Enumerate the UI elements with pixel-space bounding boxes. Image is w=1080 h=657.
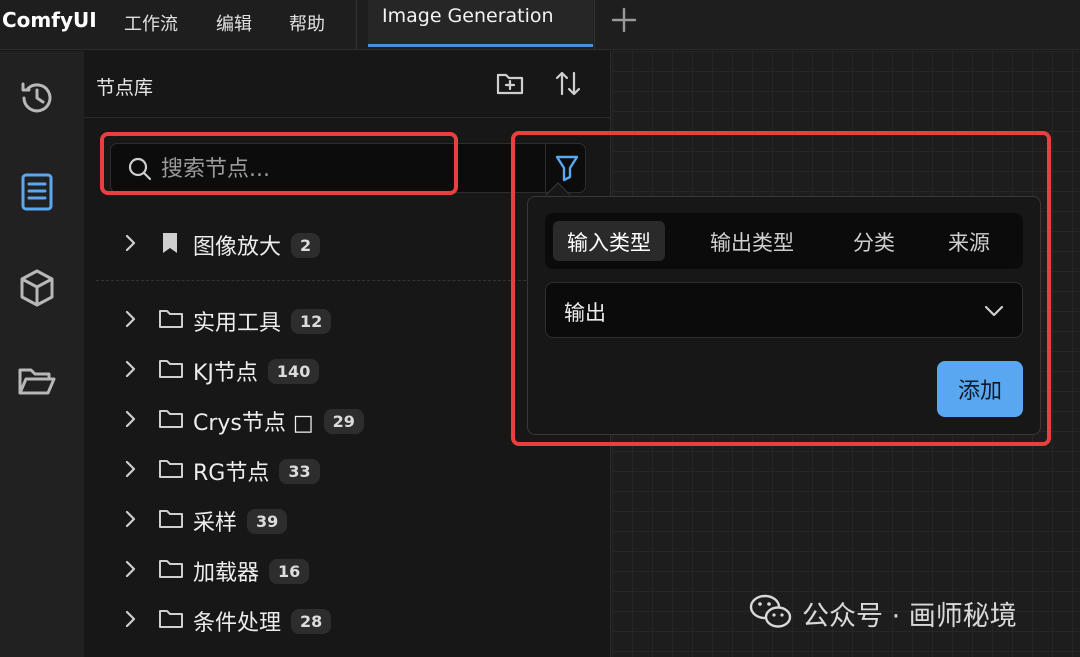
search-input[interactable] bbox=[161, 152, 491, 186]
bookmark-icon bbox=[163, 233, 177, 253]
watermark: 公众号 · 画师秘境 bbox=[748, 592, 1017, 636]
chevron-right-icon bbox=[125, 234, 136, 252]
item-label: 条件处理 bbox=[193, 611, 282, 636]
folder-open-icon bbox=[18, 368, 56, 395]
sidebar-rail bbox=[0, 51, 84, 657]
app-window: ComfyUI 工作流 编辑 帮助 Image Generation 节点库 搜… bbox=[0, 0, 1080, 657]
category-item[interactable]: 采样 39 bbox=[84, 497, 604, 541]
folder-icon bbox=[159, 560, 183, 578]
divider bbox=[84, 117, 611, 118]
folder-icon bbox=[159, 460, 183, 478]
chevron-right-icon bbox=[125, 460, 136, 478]
folder-icon bbox=[159, 610, 183, 628]
sort-button[interactable] bbox=[551, 67, 585, 101]
bookmark-item[interactable]: 图像放大 2 bbox=[84, 221, 604, 265]
tab-input-type[interactable]: 输入类型 bbox=[553, 221, 665, 261]
count-badge: 29 bbox=[323, 409, 364, 434]
count-badge: 28 bbox=[291, 609, 332, 634]
item-label: 加载器 bbox=[193, 561, 260, 586]
watermark-text: 公众号 · 画师秘境 bbox=[802, 601, 1017, 632]
item-label: RG节点 bbox=[193, 461, 270, 486]
filter-type-tabs: 输入类型 输出类型 分类 来源 bbox=[545, 213, 1023, 269]
menu-help[interactable]: 帮助 bbox=[289, 10, 325, 36]
chevron-right-icon bbox=[125, 510, 136, 528]
count-badge: 39 bbox=[247, 509, 288, 534]
category-item[interactable]: 实用工具 12 bbox=[84, 297, 604, 341]
folder-plus-icon bbox=[496, 73, 524, 95]
category-item[interactable]: Crys节点 □ 29 bbox=[84, 397, 604, 441]
item-label: 采样 bbox=[193, 511, 238, 536]
add-filter-button[interactable]: 添加 bbox=[937, 361, 1023, 417]
count-badge: 140 bbox=[267, 359, 320, 384]
cube-icon bbox=[20, 269, 54, 307]
chevron-right-icon bbox=[125, 410, 136, 428]
count-badge: 33 bbox=[279, 459, 320, 484]
tab-category[interactable]: 分类 bbox=[839, 221, 909, 261]
divider bbox=[356, 0, 357, 50]
node-library-button[interactable] bbox=[14, 169, 60, 215]
new-folder-button[interactable] bbox=[493, 67, 527, 101]
category-item[interactable]: 条件处理 28 bbox=[84, 597, 604, 641]
app-logo: ComfyUI bbox=[2, 8, 97, 32]
folder-icon bbox=[159, 510, 183, 528]
divider bbox=[96, 280, 526, 281]
divider bbox=[594, 0, 595, 50]
menu-workflow[interactable]: 工作流 bbox=[124, 10, 178, 36]
item-label: 图像放大 bbox=[193, 235, 282, 260]
filter-value-select[interactable]: 输出 bbox=[545, 282, 1023, 338]
item-label: KJ节点 bbox=[193, 361, 258, 386]
history-icon bbox=[21, 82, 52, 113]
filter-button[interactable] bbox=[545, 144, 587, 192]
chevron-right-icon bbox=[125, 560, 136, 578]
sort-icon bbox=[555, 71, 581, 96]
tab-image-generation[interactable]: Image Generation bbox=[368, 0, 593, 47]
filter-icon bbox=[555, 155, 579, 182]
new-tab-button[interactable] bbox=[606, 2, 642, 38]
category-item[interactable]: 加载器 16 bbox=[84, 547, 604, 591]
item-label: 实用工具 bbox=[193, 311, 282, 336]
select-value: 输出 bbox=[564, 301, 606, 325]
count-badge: 2 bbox=[291, 233, 321, 258]
tab-output-type[interactable]: 输出类型 bbox=[696, 221, 808, 261]
chevron-down-icon bbox=[984, 305, 1004, 317]
panel-title: 节点库 bbox=[96, 77, 154, 99]
folder-icon bbox=[159, 310, 183, 328]
node-library-icon bbox=[21, 173, 53, 211]
history-button[interactable] bbox=[14, 75, 60, 121]
chevron-right-icon bbox=[125, 610, 136, 628]
workflows-button[interactable] bbox=[14, 359, 60, 405]
wechat-icon bbox=[749, 594, 792, 628]
search-box bbox=[110, 143, 586, 193]
chevron-right-icon bbox=[125, 360, 136, 378]
model-library-button[interactable] bbox=[14, 265, 60, 311]
menu-edit[interactable]: 编辑 bbox=[216, 10, 252, 36]
count-badge: 12 bbox=[291, 309, 332, 334]
count-badge: 16 bbox=[269, 559, 310, 584]
category-item[interactable]: RG节点 33 bbox=[84, 447, 604, 491]
tab-label: Image Generation bbox=[382, 5, 554, 27]
top-bar: ComfyUI 工作流 编辑 帮助 Image Generation bbox=[0, 0, 1080, 50]
plus-icon bbox=[611, 7, 637, 33]
chevron-right-icon bbox=[125, 310, 136, 328]
item-label: Crys节点 □ bbox=[193, 411, 314, 436]
folder-icon bbox=[159, 360, 183, 378]
search-icon bbox=[128, 157, 152, 181]
filter-popover: 输入类型 输出类型 分类 来源 输出 添加 bbox=[527, 196, 1041, 435]
folder-icon bbox=[159, 410, 183, 428]
category-item[interactable]: KJ节点 140 bbox=[84, 347, 604, 391]
tab-source[interactable]: 来源 bbox=[934, 221, 1004, 261]
